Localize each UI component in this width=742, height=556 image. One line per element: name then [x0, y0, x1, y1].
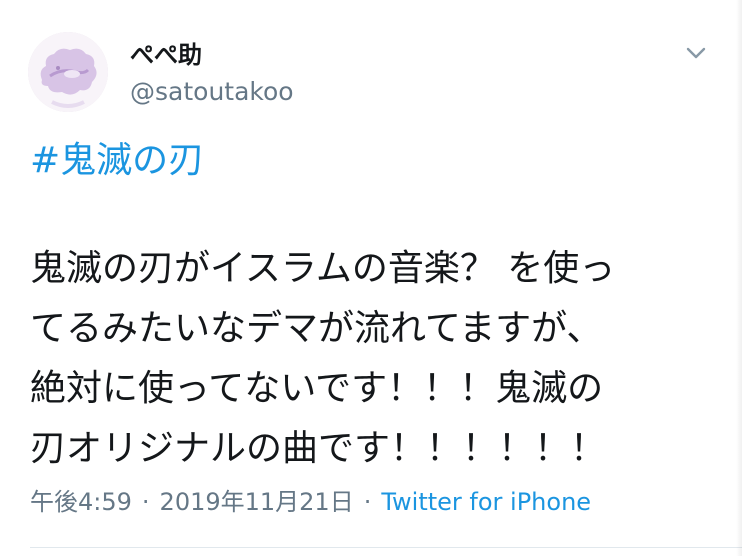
tweet-date[interactable]: 2019年11月21日	[160, 488, 354, 516]
hashtag-link[interactable]: #鬼滅の刃	[30, 137, 204, 185]
tweet-menu-button[interactable]	[680, 40, 712, 66]
tweet-text-line: 刃オリジナルの曲です！！！！！！	[30, 428, 607, 469]
tweet-metadata: 午後4:59 · 2019年11月21日 · Twitter for iPhone	[30, 486, 591, 518]
tweet-time[interactable]: 午後4:59	[30, 488, 132, 516]
avatar[interactable]	[28, 32, 108, 112]
tweet-text-line: 絶対に使ってないです！！！鬼滅の	[30, 368, 604, 409]
avatar-icon	[28, 32, 108, 112]
tweet-card: ぺぺ助 @satoutakoo #鬼滅の刃 鬼滅の刃がイスラムの音楽？ を使っ …	[0, 0, 742, 556]
display-name[interactable]: ぺぺ助	[130, 40, 202, 70]
tweet-text-line: 鬼滅の刃がイスラムの音楽？ を使っ	[30, 248, 616, 289]
tweet-text-line: てるみたいなデマが流れてますが、	[30, 308, 603, 349]
meta-separator: ·	[363, 488, 372, 516]
tweet-text: 鬼滅の刃がイスラムの音楽？ を使っ てるみたいなデマが流れてますが、 絶対に使っ…	[30, 239, 720, 479]
meta-separator: ·	[141, 488, 150, 516]
tweet-source-link[interactable]: Twitter for iPhone	[381, 488, 591, 516]
user-handle[interactable]: @satoutakoo	[130, 76, 294, 108]
divider	[30, 547, 742, 548]
edge-shadow	[736, 0, 742, 556]
chevron-down-icon	[686, 47, 706, 59]
